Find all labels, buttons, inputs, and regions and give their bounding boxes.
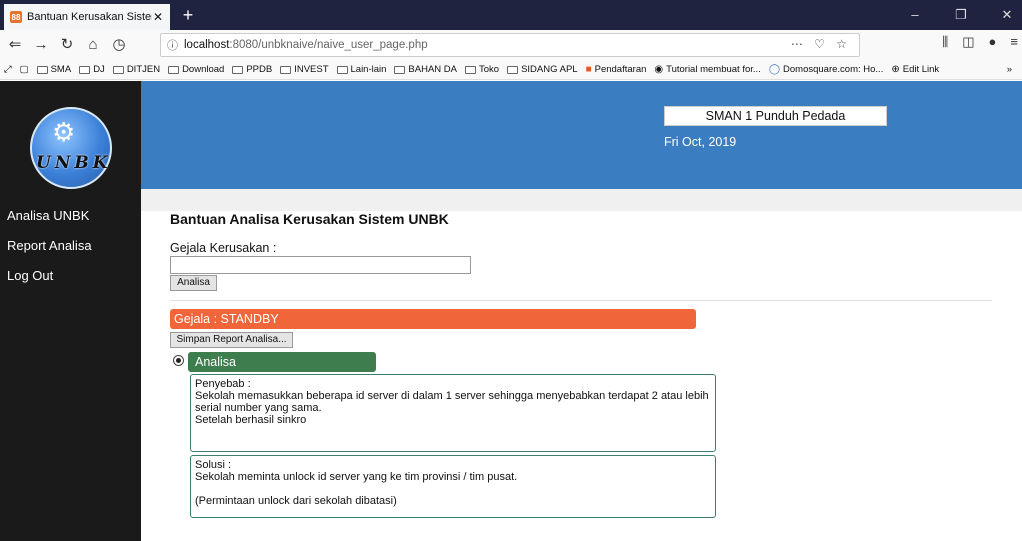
logo-text: UNBK — [36, 153, 112, 173]
folder-icon — [507, 65, 519, 74]
new-tab-button[interactable]: + — [178, 5, 198, 25]
bag-icon: ■ — [585, 64, 592, 75]
folder-icon — [79, 65, 91, 74]
bookmark-editlink[interactable]: ⊕ Edit Link — [891, 64, 939, 75]
sidebar-toggle-icon[interactable]: ◫ — [962, 34, 974, 50]
tab-title: Bantuan Kerusakan Sistem UNE — [27, 11, 152, 23]
reload-icon[interactable]: ↻ — [56, 34, 78, 56]
folder-icon — [336, 65, 348, 74]
folder-icon — [36, 65, 48, 74]
close-tab-icon[interactable]: ✕ — [152, 10, 164, 24]
penyebab-box: Penyebab : Sekolah memasukkan beberapa i… — [190, 374, 716, 452]
site-info-icon[interactable]: ⓘ — [167, 37, 178, 53]
folder-icon — [280, 65, 292, 74]
back-icon[interactable]: ⇐ — [4, 34, 26, 56]
solusi-label: Solusi : — [195, 459, 232, 471]
bookmark-domosquare[interactable]: ◯ Domosquare.com: Ho... — [769, 64, 884, 75]
bookmark-folder[interactable]: PPDB — [232, 64, 272, 75]
folder-icon — [232, 65, 244, 74]
analisa-button[interactable]: Analisa — [170, 275, 217, 291]
solusi-note: (Permintaan unlock dari sekolah dibatasi… — [195, 495, 397, 507]
sidebar-item-report-analisa[interactable]: Report Analisa — [0, 231, 141, 261]
header-spacer — [141, 189, 1022, 211]
analisa-section-header[interactable]: Analisa — [188, 352, 376, 372]
gears-icon: ⚙ — [52, 117, 76, 147]
page-actions-icon[interactable]: ⋯ ♡ ☆ — [791, 37, 851, 51]
bookmark-folder[interactable]: SIDANG APL — [507, 64, 578, 75]
symptom-banner: Gejala : STANDBY — [170, 309, 696, 329]
more-bookmarks-icon[interactable]: » — [1007, 64, 1012, 75]
header-date: Fri Oct, 2019 — [664, 135, 737, 149]
page: ⚙ UNBK Analisa UNBK Report Analisa Log O… — [0, 81, 1022, 541]
folder-icon — [168, 65, 180, 74]
divider — [170, 300, 992, 301]
forward-icon[interactable]: → — [30, 34, 52, 56]
bookmark-pendaftaran[interactable]: ■ Pendaftaran — [586, 64, 647, 75]
site-favicon-icon: 88 — [10, 11, 22, 23]
solusi-text: Sekolah meminta unlock id server yang ke… — [195, 471, 518, 483]
window-close-icon[interactable]: ✕ — [992, 6, 1022, 24]
penyebab-label: Penyebab : — [195, 378, 251, 390]
folder-icon — [112, 65, 124, 74]
sidebar-item-log-out[interactable]: Log Out — [0, 261, 141, 291]
analisa-radio[interactable] — [173, 355, 184, 366]
expand-icon[interactable]: ⤢ — [4, 64, 12, 75]
penyebab-text: Sekolah memasukkan beberapa id server di… — [195, 390, 709, 402]
penyebab-text: serial number yang sama. — [195, 402, 322, 414]
bookmark-tutorial[interactable]: ◉ Tutorial membuat for... — [654, 64, 760, 75]
page-title: Bantuan Analisa Kerusakan Sistem UNBK — [170, 211, 449, 227]
url-host: localhost — [184, 39, 230, 51]
extension-icon[interactable]: ● — [989, 34, 997, 50]
solusi-box: Solusi : Sekolah meminta unlock id serve… — [190, 455, 716, 518]
globe-icon: ⊕ — [891, 64, 900, 75]
browser-navbar: ⇐ → ↻ ⌂ ◷ ⓘ localhost :8080/unbknaive/na… — [0, 30, 1022, 60]
library-icon[interactable]: ⫼ — [942, 34, 948, 50]
url-bar[interactable]: ⓘ localhost :8080/unbknaive/naive_user_p… — [160, 33, 860, 57]
browser-tabbar: 88 Bantuan Kerusakan Sistem UNE ✕ + – ❐ … — [0, 0, 1022, 30]
page-header: SMAN 1 Punduh Pedada Fri Oct, 2019 — [141, 81, 1022, 189]
unbk-logo: ⚙ UNBK — [30, 107, 112, 189]
logo-area: ⚙ UNBK — [0, 81, 141, 201]
gejala-input[interactable] — [170, 256, 471, 274]
bookmark-folder[interactable]: Toko — [465, 64, 499, 75]
folder-icon — [394, 65, 406, 74]
browser-tab[interactable]: 88 Bantuan Kerusakan Sistem UNE ✕ — [4, 4, 170, 30]
sidebar-item-analisa-unbk[interactable]: Analisa UNBK — [0, 201, 141, 231]
minimize-icon[interactable]: – — [900, 6, 930, 24]
url-path: :8080/unbknaive/naive_user_page.php — [229, 39, 428, 51]
bookmark-folder[interactable]: BAHAN DA — [394, 64, 457, 75]
sidebar: ⚙ UNBK Analisa UNBK Report Analisa Log O… — [0, 81, 141, 541]
save-report-button[interactable]: Simpan Report Analisa... — [170, 332, 293, 348]
reading-list-icon[interactable]: ▢ — [20, 64, 29, 75]
bookmark-folder[interactable]: Lain-lain — [336, 64, 386, 75]
site-icon: ◉ — [654, 64, 664, 75]
folder-icon — [465, 65, 476, 74]
penyebab-text: Setelah berhasil sinkro — [195, 414, 307, 426]
gejala-label: Gejala Kerusakan : — [170, 241, 277, 255]
restore-icon[interactable]: ❐ — [946, 6, 976, 24]
bookmark-folder[interactable]: SMA — [36, 64, 71, 75]
history-icon[interactable]: ◷ — [108, 34, 130, 56]
bookmark-folder[interactable]: INVEST — [280, 64, 329, 75]
sidebar-menu: Analisa UNBK Report Analisa Log Out — [0, 201, 141, 291]
home-icon[interactable]: ⌂ — [82, 34, 104, 56]
menu-icon[interactable]: ≡ — [1010, 34, 1018, 50]
bookmark-folder[interactable]: Download — [168, 64, 224, 75]
school-name: SMAN 1 Punduh Pedada — [664, 106, 887, 126]
bookmark-folder[interactable]: DITJEN — [112, 64, 160, 75]
bookmark-folder[interactable]: DJ — [79, 64, 105, 75]
bookmarks-toolbar: ⤢ ▢ SMA DJ DITJEN Download PPDB INVEST L… — [0, 60, 1022, 80]
site-icon: ◯ — [768, 64, 781, 75]
